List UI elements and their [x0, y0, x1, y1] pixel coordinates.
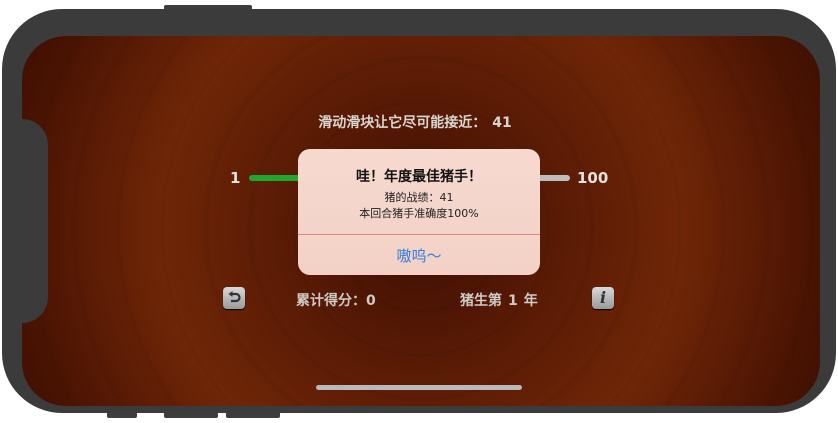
round-value: 1: [508, 293, 518, 309]
alert-message-line1: 猪的战绩：41: [384, 191, 454, 204]
score-label: 累计得分：: [296, 293, 366, 309]
alert-title: 哇！年度最佳猪手！: [356, 169, 482, 185]
total-score: 累计得分：0: [296, 290, 376, 310]
result-alert: 哇！年度最佳猪手！ 猪的战绩：41 本回合猪手准确度100% 嗷呜～: [298, 149, 540, 275]
phone-notch: [2, 119, 48, 323]
info-button[interactable]: i: [592, 287, 614, 309]
slider-max-label: 100: [577, 169, 609, 187]
target-prompt-label: 滑动滑块让它尽可能接近：: [318, 115, 487, 131]
target-value: 41: [492, 115, 512, 131]
round-suffix: 年: [523, 293, 538, 309]
score-value: 0: [366, 293, 376, 309]
round-counter: 猪生第 1 年: [460, 290, 538, 310]
home-indicator[interactable]: [316, 385, 522, 390]
round-prefix: 猪生第: [460, 293, 502, 309]
reset-button[interactable]: [223, 287, 245, 309]
undo-arrow-icon: [228, 291, 241, 303]
alert-message-line2: 本回合猪手准确度100%: [359, 207, 479, 220]
slider-min-label: 1: [230, 169, 241, 187]
info-icon: i: [599, 288, 607, 307]
target-prompt: 滑动滑块让它尽可能接近： 41: [250, 112, 580, 132]
alert-ok-button[interactable]: 嗷呜～: [298, 235, 540, 275]
